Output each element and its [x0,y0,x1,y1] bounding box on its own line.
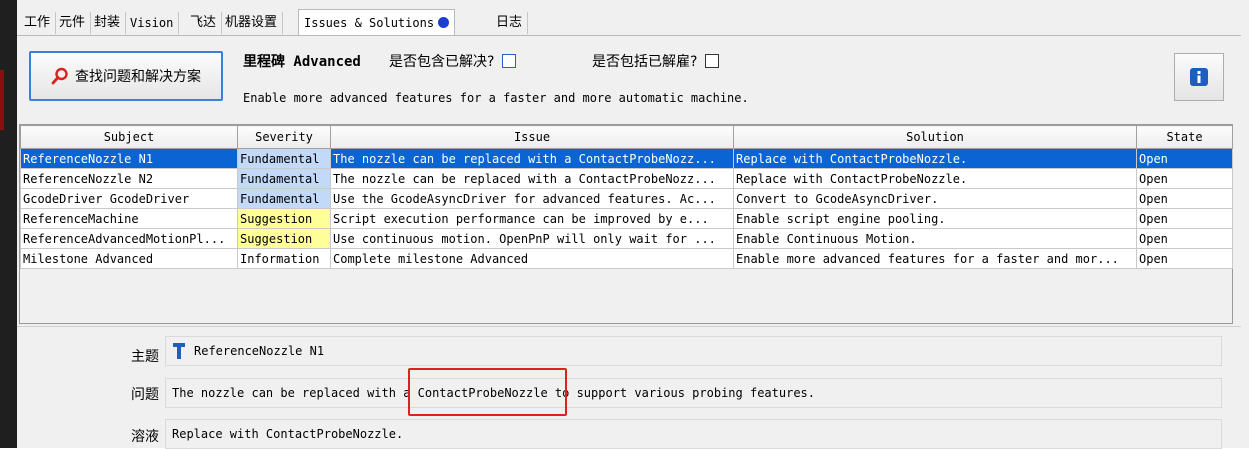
tab-vision[interactable]: Vision [125,12,180,34]
cell-issue: Script execution performance can be impr… [330,208,734,229]
search-icon [51,67,68,85]
cell-issue: Use continuous motion. OpenPnP will only… [330,228,734,249]
detail-issue-field: The nozzle can be replaced with a Contac… [165,378,1222,408]
tab-feeders[interactable]: 飞达 [185,12,223,34]
tab-issues-solutions[interactable]: Issues & Solutions [298,9,456,36]
cell-state[interactable]: Open [1136,148,1233,169]
table-row[interactable]: GcodeDriver GcodeDriver Fundamental Use … [20,188,1233,209]
column-header-subject[interactable]: Subject [20,125,238,149]
info-icon [1190,68,1208,86]
cell-subject: ReferenceMachine [20,208,238,229]
find-issues-label: 查找问题和解决方案 [75,69,201,85]
detail-issue-label: 问题 [131,387,159,403]
splitter[interactable] [17,326,1241,327]
cell-solution: Convert to GcodeAsyncDriver. [733,188,1137,209]
issues-dot-icon [438,17,450,28]
milestone-label: 里程碑 Advanced [243,51,361,71]
cell-state[interactable]: Open [1136,208,1233,229]
cell-severity: Information [237,248,331,269]
cell-issue: The nozzle can be replaced with a Contac… [330,168,734,189]
table-row[interactable]: ReferenceNozzle N2 Fundamental The nozzl… [20,168,1233,189]
detail-subject-label: 主题 [131,349,159,365]
cell-subject: ReferenceNozzle N2 [20,168,238,189]
find-issues-button[interactable]: 查找问题和解决方案 [29,51,223,101]
cell-severity: Suggestion [237,208,331,229]
cell-state[interactable]: Open [1136,248,1233,269]
cell-severity: Fundamental [237,168,331,189]
cell-subject: Milestone Advanced [20,248,238,269]
include-solved-option[interactable]: 是否包含已解决? [389,51,517,71]
tab-log[interactable]: 日志 [491,12,529,34]
detail-solution-value: Replace with ContactProbeNozzle. [172,427,404,441]
tab-bar: 工作 元件 封装 Vision 飞达 机器设置 Issues & Solutio… [17,0,1241,36]
detail-solution-field: Replace with ContactProbeNozzle. [165,419,1222,449]
column-header-solution[interactable]: Solution [733,125,1137,149]
detail-subject-value: ReferenceNozzle N1 [194,344,325,358]
cell-solution: Enable more advanced features for a fast… [733,248,1137,269]
tab-parts[interactable]: 元件 [54,12,92,34]
issues-table: Subject Severity Issue Solution State Re… [19,124,1233,324]
info-button[interactable] [1174,53,1224,101]
cell-issue: The nozzle can be replaced with a Contac… [330,148,734,169]
tab-machine-setup[interactable]: 机器设置 [220,12,284,34]
include-dismissed-option[interactable]: 是否包括已解雇? [592,51,720,71]
left-strip-accent [0,70,4,130]
table-row[interactable]: ReferenceMachine Suggestion Script execu… [20,208,1233,229]
cell-subject: ReferenceAdvancedMotionPl... [20,228,238,249]
cell-solution: Replace with ContactProbeNozzle. [733,148,1137,169]
cell-state[interactable]: Open [1136,228,1233,249]
include-dismissed-label: 是否包括已解雇? [592,54,698,70]
detail-solution-label: 溶液 [131,429,159,445]
tab-packages[interactable]: 封装 [89,12,127,34]
tab-issues-solutions-label: Issues & Solutions [304,16,435,30]
issues-panel: 查找问题和解决方案 里程碑 Advanced 是否包含已解决? 是否包括已解雇?… [17,36,1241,449]
cell-solution: Replace with ContactProbeNozzle. [733,168,1137,189]
column-header-severity[interactable]: Severity [237,125,331,149]
cell-severity: Fundamental [237,148,331,169]
cell-severity: Suggestion [237,228,331,249]
include-solved-label: 是否包含已解决? [389,54,495,70]
cell-subject: GcodeDriver GcodeDriver [20,188,238,209]
cell-solution: Enable Continuous Motion. [733,228,1137,249]
right-scroll-strip[interactable] [1240,0,1249,448]
milestone-description: Enable more advanced features for a fast… [243,91,749,105]
cell-severity: Fundamental [237,188,331,209]
detail-issue-value: The nozzle can be replaced with a Contac… [172,386,815,400]
table-row[interactable]: ReferenceNozzle N1 Fundamental The nozzl… [20,148,1233,169]
column-header-state[interactable]: State [1136,125,1233,149]
cell-issue: Use the GcodeAsyncDriver for advanced fe… [330,188,734,209]
tab-jobs[interactable]: 工作 [19,12,57,34]
cell-issue: Complete milestone Advanced [330,248,734,269]
cell-state[interactable]: Open [1136,168,1233,189]
include-dismissed-checkbox[interactable] [705,54,720,68]
cell-subject: ReferenceNozzle N1 [20,148,238,169]
cell-solution: Enable script engine pooling. [733,208,1137,229]
table-header-row: Subject Severity Issue Solution State [20,125,1233,149]
milestone-text: 里程碑 Advanced [243,54,361,70]
include-solved-checkbox[interactable] [502,54,517,68]
cell-state[interactable]: Open [1136,188,1233,209]
nozzle-icon [173,343,185,359]
detail-subject-field: ReferenceNozzle N1 [165,336,1222,366]
table-row[interactable]: ReferenceAdvancedMotionPl... Suggestion … [20,228,1233,249]
column-header-issue[interactable]: Issue [330,125,734,149]
table-row[interactable]: Milestone Advanced Information Complete … [20,248,1233,269]
left-window-strip [0,0,17,448]
